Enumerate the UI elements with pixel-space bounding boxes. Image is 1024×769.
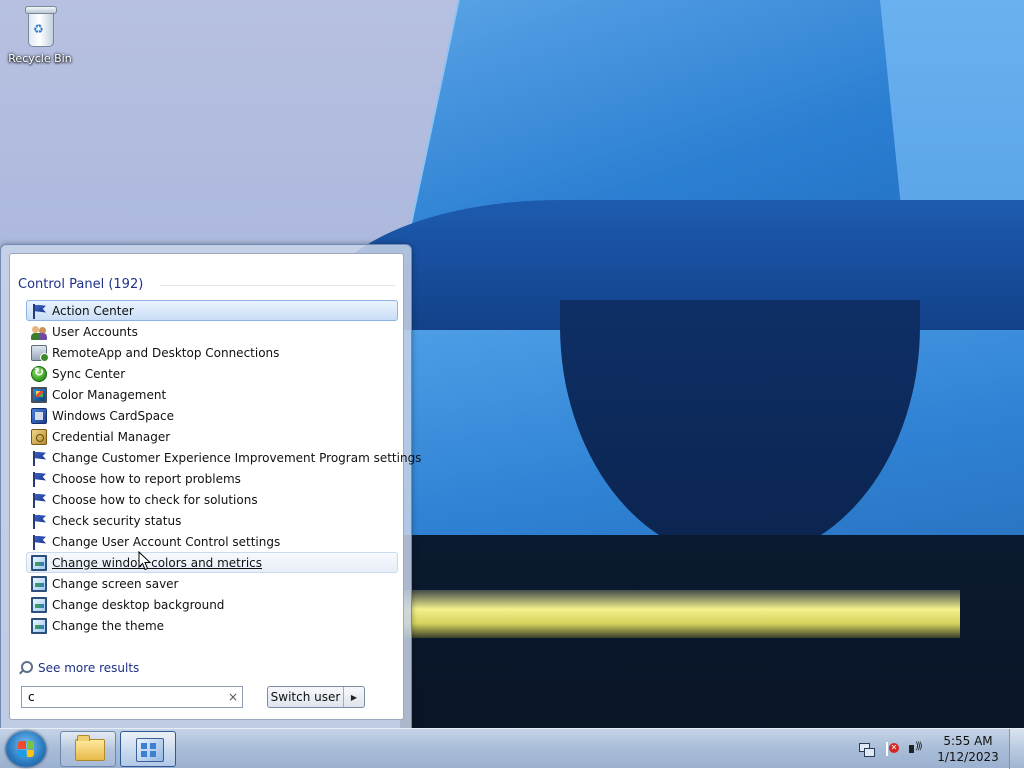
search-icon <box>18 661 33 675</box>
search-result-label: Change User Account Control settings <box>52 534 281 549</box>
clear-search-icon[interactable]: × <box>224 690 242 704</box>
search-result-item[interactable]: Change screen saver <box>26 573 398 594</box>
search-result-item[interactable]: Change User Account Control settings <box>26 531 398 552</box>
search-result-label: Change the theme <box>52 618 165 633</box>
arrow-right-icon[interactable]: ▶ <box>344 687 364 707</box>
remote-desktop-icon <box>31 344 49 362</box>
search-result-label: Credential Manager <box>52 429 171 444</box>
search-result-label: Change Customer Experience Improvement P… <box>52 450 422 465</box>
taskbar-button-windows-explorer[interactable] <box>60 731 116 767</box>
sync-icon <box>31 365 47 382</box>
search-result-item[interactable]: Choose how to check for solutions <box>26 489 398 510</box>
flag-icon <box>31 303 47 319</box>
switch-user-button[interactable]: Switch user ▶ <box>267 686 365 708</box>
action-center-flag-icon[interactable] <box>884 741 900 757</box>
screen-icon <box>31 554 47 571</box>
volume-icon[interactable] <box>908 741 924 757</box>
see-more-label: See more results <box>38 661 140 675</box>
search-result-label: Change desktop background <box>52 597 225 612</box>
desktop-icon-label: Recycle Bin <box>8 52 72 65</box>
start-search-input[interactable] <box>22 688 224 706</box>
control-panel-icon <box>136 738 164 762</box>
search-result-label: Check security status <box>52 513 182 528</box>
wallpaper-shape <box>400 590 960 638</box>
flag-icon <box>31 471 47 487</box>
screen-icon <box>31 575 47 592</box>
start-menu: Control Panel (192) Action Center User Ac… <box>0 244 421 730</box>
search-result-label: Windows CardSpace <box>52 408 175 423</box>
see-more-results-link[interactable]: See more results <box>18 659 139 677</box>
results-group-header[interactable]: Control Panel (192) <box>18 274 143 294</box>
search-result-item[interactable]: Choose how to report problems <box>26 468 398 489</box>
start-button[interactable] <box>6 731 46 767</box>
search-result-item[interactable]: Color Management <box>26 384 398 405</box>
monitor-icon <box>31 386 47 403</box>
taskbar: 5:55 AM 1/12/2023 <box>0 728 1024 769</box>
folder-icon <box>75 735 105 761</box>
windows-logo-icon <box>18 741 34 757</box>
network-icon[interactable] <box>858 741 875 757</box>
search-result-item[interactable]: Sync Center <box>26 363 398 384</box>
search-result-item[interactable]: Change desktop background <box>26 594 398 615</box>
cardspace-icon <box>31 407 47 424</box>
search-result-item[interactable]: Credential Manager <box>26 426 398 447</box>
show-desktop-button[interactable] <box>1009 729 1024 769</box>
search-result-label: Change window colors and metrics <box>52 555 262 570</box>
vault-icon <box>31 428 47 445</box>
flag-icon <box>31 450 47 466</box>
taskbar-button-control-panel[interactable] <box>120 731 176 767</box>
screen-icon <box>31 617 47 634</box>
search-result-label: Sync Center <box>52 366 126 381</box>
results-list: Action Center User Accounts RemoteApp and … <box>26 300 421 636</box>
desktop-icon-recycle-bin[interactable]: ♻ Recycle Bin <box>6 6 74 76</box>
start-search-box[interactable]: × <box>21 686 243 708</box>
search-result-item[interactable]: Change window colors and metrics <box>26 552 398 573</box>
search-result-item[interactable]: RemoteApp and Desktop Connections <box>26 342 398 363</box>
group-header-divider <box>160 285 395 286</box>
search-result-item[interactable]: Change Customer Experience Improvement P… <box>26 447 421 468</box>
search-result-label: User Accounts <box>52 324 138 339</box>
search-result-label: Change screen saver <box>52 576 179 591</box>
search-results-pane: Control Panel (192) Action Center User Ac… <box>9 253 421 720</box>
search-result-item[interactable]: Action Center <box>26 300 398 321</box>
clock-time: 5:55 AM <box>943 734 993 748</box>
search-result-label: RemoteApp and Desktop Connections <box>52 345 280 360</box>
search-result-item[interactable]: User Accounts <box>26 321 398 342</box>
search-result-label: Color Management <box>52 387 167 402</box>
search-result-label: Action Center <box>52 303 134 318</box>
search-result-item[interactable]: Windows CardSpace <box>26 405 398 426</box>
switch-user-label[interactable]: Switch user <box>268 687 344 707</box>
flag-icon <box>31 513 47 529</box>
clock-date: 1/12/2023 <box>937 750 999 764</box>
search-result-label: Choose how to report problems <box>52 471 241 486</box>
users-icon <box>31 324 47 340</box>
search-result-item[interactable]: Change the theme <box>26 615 398 636</box>
flag-icon <box>31 534 47 550</box>
search-result-item[interactable]: Check security status <box>26 510 398 531</box>
search-result-label: Choose how to check for solutions <box>52 492 258 507</box>
recycle-bin-icon: ♻ <box>25 6 57 47</box>
flag-icon <box>31 492 47 508</box>
notification-area: 5:55 AM 1/12/2023 <box>844 729 1024 769</box>
screen-icon <box>31 596 47 613</box>
taskbar-clock[interactable]: 5:55 AM 1/12/2023 <box>936 733 1000 765</box>
